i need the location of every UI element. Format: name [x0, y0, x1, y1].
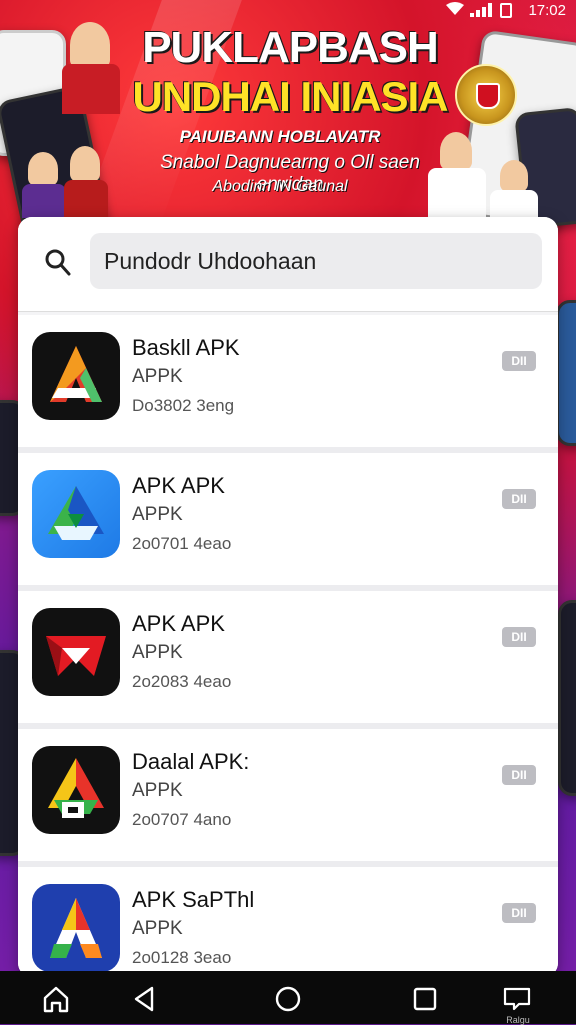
app-name: Daalal APK: — [132, 749, 250, 774]
app-developer: APPK — [132, 642, 183, 663]
chat-bubble-icon — [503, 987, 531, 1011]
home-nav-button[interactable] — [41, 984, 71, 1014]
phone-decoration — [556, 300, 576, 446]
person-figure — [70, 146, 100, 182]
banner-caption: Abodinn IN Gaunal — [212, 178, 348, 195]
house-icon — [43, 986, 69, 1013]
status-badge: DII — [502, 351, 536, 371]
status-badge: DII — [502, 489, 536, 509]
status-time: 17:02 — [528, 2, 566, 19]
chat-nav-button[interactable] — [502, 984, 532, 1014]
app-meta: 2o0707 4ano — [132, 810, 232, 829]
app-list-item[interactable]: APK APK APPK 2o2083 4eao DII — [18, 591, 558, 729]
colorful-a-icon — [32, 884, 120, 972]
search-icon[interactable] — [44, 248, 72, 278]
app-name: APK APK — [132, 611, 225, 636]
app-name: APK APK — [132, 473, 225, 498]
app-developer: APPK — [132, 918, 183, 939]
status-badge: DII — [502, 627, 536, 647]
status-badge: DII — [502, 765, 536, 785]
status-bar: 17:02 — [0, 0, 576, 22]
battery-icon — [500, 3, 512, 18]
search-input[interactable] — [90, 233, 542, 289]
circle-icon — [275, 986, 301, 1012]
blue-green-triangle-icon — [32, 470, 120, 558]
person-figure — [490, 190, 538, 218]
recents-nav-button[interactable] — [410, 984, 440, 1014]
person-figure — [500, 160, 528, 192]
app-list-panel: Baskll APK APPK Do3802 3eng DII APK APK … — [18, 217, 558, 977]
navigation-bar: Ralgu — [0, 971, 576, 1025]
search-bar — [18, 217, 558, 312]
app-developer: APPK — [132, 504, 183, 525]
banner-subtitle: PAIUIBANN HOBLAVATR — [179, 127, 381, 146]
app-list-item[interactable]: Baskll APK APPK Do3802 3eng DII — [18, 315, 558, 453]
app-meta: Do3802 3eng — [132, 396, 235, 415]
person-figure — [70, 22, 110, 68]
phone-decoration — [558, 600, 576, 796]
red-orange-a-icon — [32, 332, 120, 420]
app-list: Baskll APK APPK Do3802 3eng DII APK APK … — [18, 315, 558, 977]
person-figure — [64, 180, 108, 218]
app-list-item[interactable]: Daalal APK: APPK 2o0707 4ano DII — [18, 729, 558, 867]
banner-headline-secondary: UNDHAI INIASIA — [132, 73, 448, 120]
home-circle-button[interactable] — [273, 984, 303, 1014]
status-badge: DII — [502, 903, 536, 923]
red-arrow-icon — [32, 608, 120, 696]
app-list-item[interactable]: APK SaPThl APPK 2o0128 3eao DII — [18, 867, 558, 977]
app-list-item[interactable]: APK APK APPK 2o0701 4eao DII — [18, 453, 558, 591]
app-name: Baskll APK — [132, 335, 240, 360]
back-nav-button[interactable] — [130, 984, 160, 1014]
app-developer: APPK — [132, 366, 183, 387]
app-meta: 2o0701 4eao — [132, 534, 232, 553]
app-meta: 2o0128 3eao — [132, 948, 232, 967]
banner-headline: PUKLAPBASH — [142, 23, 439, 72]
app-name: APK SaPThl — [132, 887, 255, 912]
person-figure — [28, 152, 58, 186]
signal-icon — [470, 3, 492, 17]
back-triangle-icon — [134, 986, 154, 1012]
person-figure — [440, 132, 472, 170]
square-icon — [413, 987, 437, 1011]
wifi-icon — [446, 2, 464, 15]
app-developer: APPK — [132, 780, 183, 801]
tricolor-triangle-icon — [32, 746, 120, 834]
person-figure — [22, 184, 66, 218]
app-meta: 2o2083 4eao — [132, 672, 232, 691]
